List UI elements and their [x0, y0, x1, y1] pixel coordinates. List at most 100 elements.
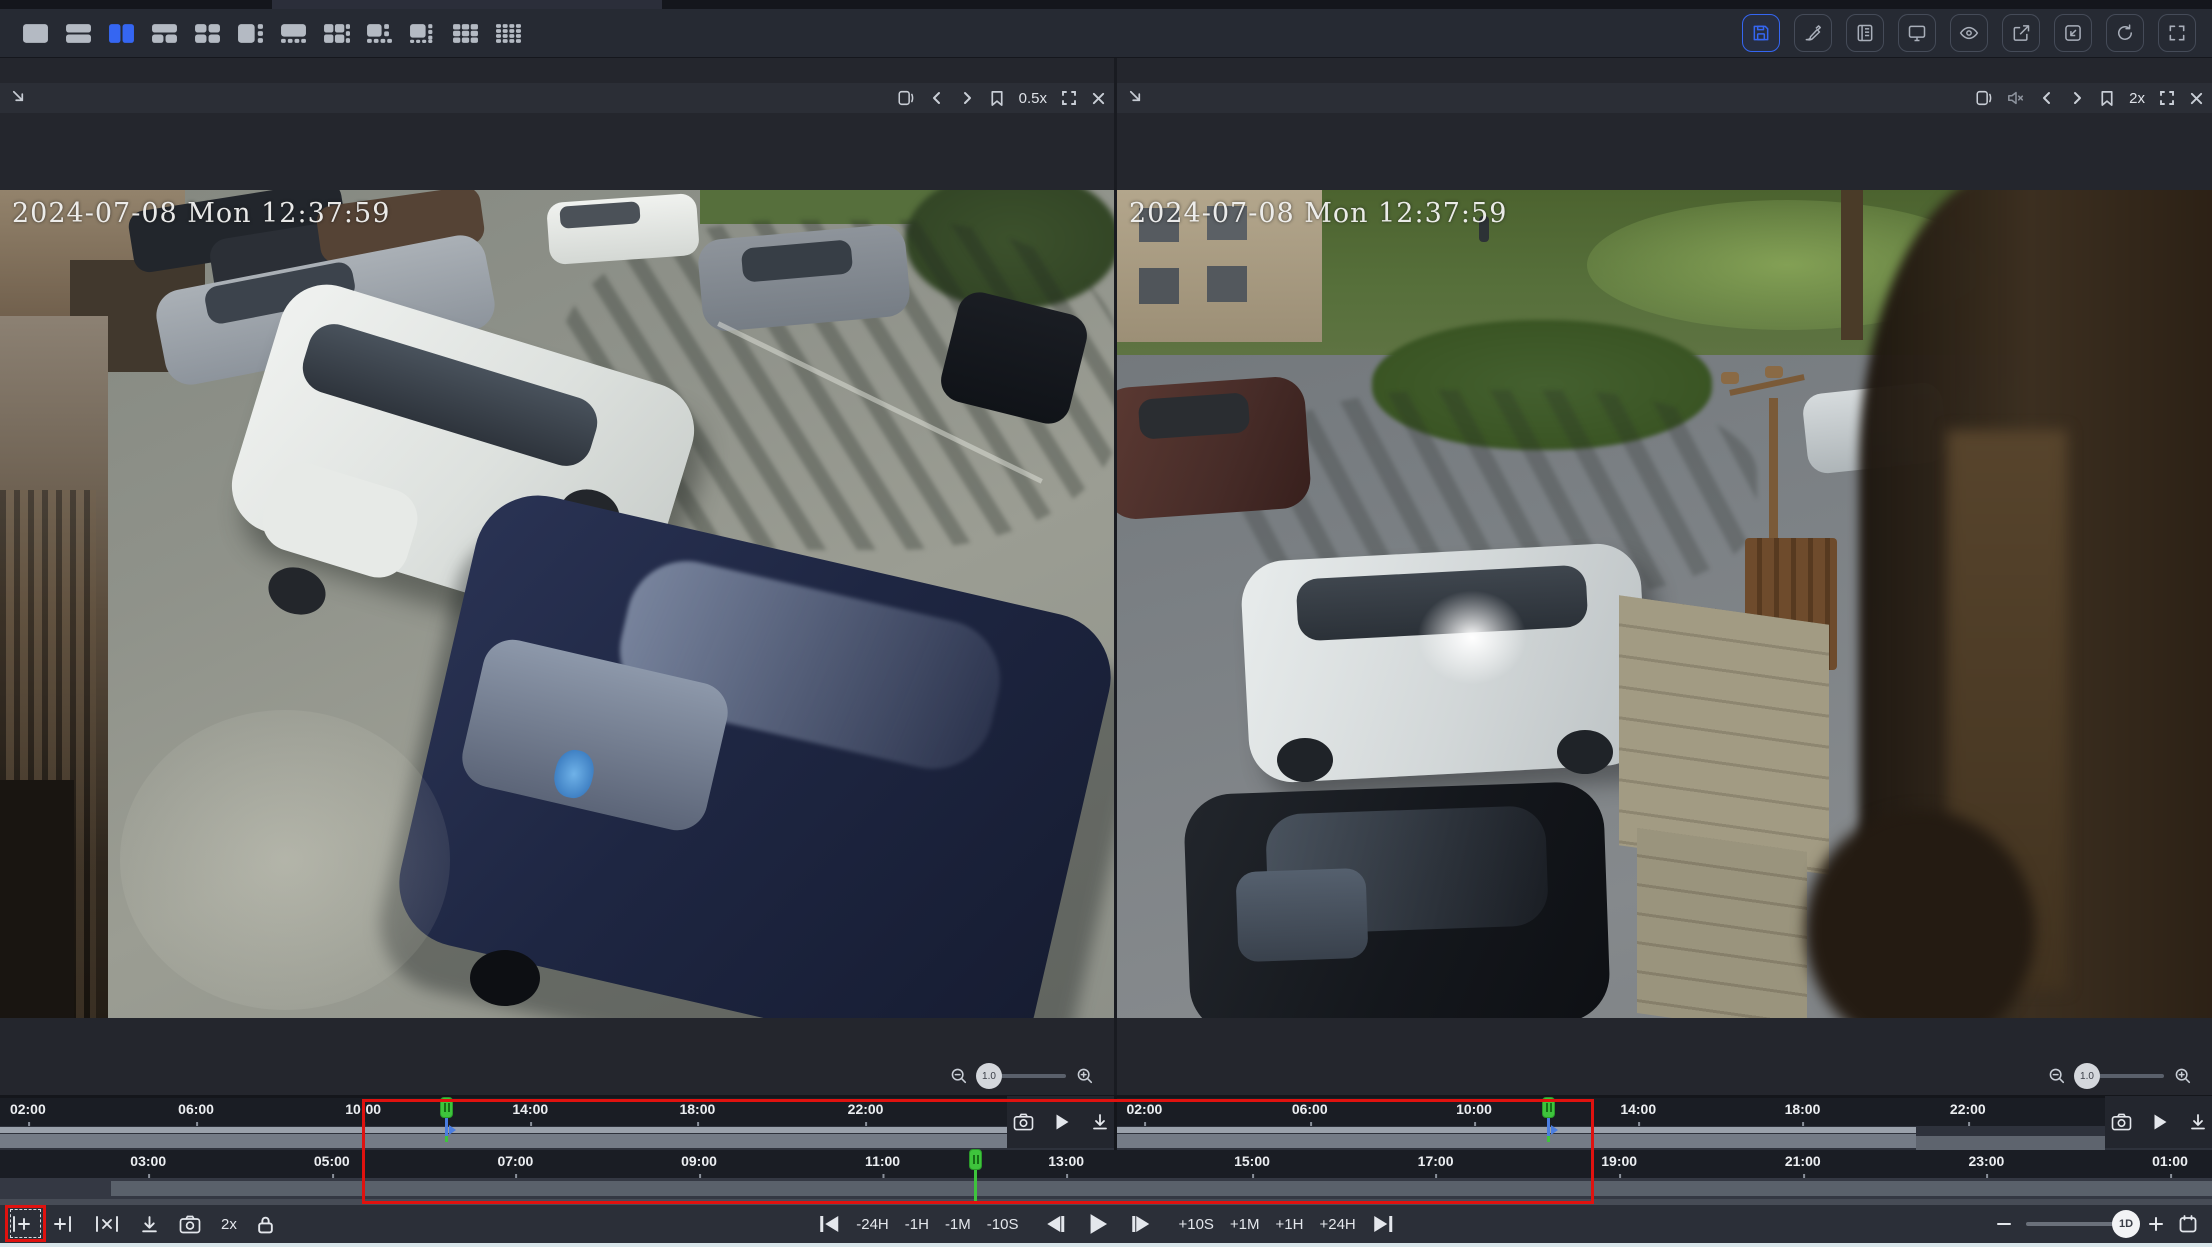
calendar-icon[interactable] — [2178, 1214, 2198, 1234]
pane-speed-label[interactable]: 0.5x — [1019, 90, 1047, 107]
layout-3x3-icon[interactable] — [450, 21, 480, 45]
next-icon[interactable] — [959, 90, 975, 106]
layout-2-rows-icon[interactable] — [63, 21, 93, 45]
clear-marks-icon[interactable] — [94, 1215, 120, 1233]
step-back-icon[interactable] — [1044, 1214, 1066, 1234]
eye-icon[interactable] — [1950, 14, 1988, 52]
zoom-slider[interactable]: 1.0 — [978, 1074, 1066, 1078]
seek-back-24h[interactable]: -24H — [856, 1216, 889, 1233]
brush-icon[interactable] — [1794, 14, 1832, 52]
zoom-out-icon[interactable] — [950, 1067, 968, 1085]
download-icon[interactable] — [140, 1215, 159, 1234]
active-tab[interactable] — [272, 0, 662, 9]
drag-handle-icon[interactable] — [10, 88, 27, 110]
time-tick-label: 13:00 — [1048, 1153, 1084, 1169]
pane-speed-label[interactable]: 2x — [2129, 90, 2145, 107]
layout-1-plus-3-icon[interactable] — [235, 21, 265, 45]
zoom-in-icon[interactable] — [1076, 1067, 1094, 1085]
camera-1-video[interactable]: 2024-07-08 Mon 12:37:59 — [0, 190, 1114, 1018]
seek-back-1m[interactable]: -1M — [945, 1216, 971, 1233]
pane-2-timeline-ruler[interactable]: 02:00 06:00 10:00 14:00 18:00 22:00 — [1117, 1098, 2212, 1126]
prev-icon[interactable] — [929, 90, 945, 106]
snapshot-icon[interactable] — [179, 1215, 201, 1234]
video-pane-2[interactable]: 2x — [1117, 58, 2212, 1095]
play-button[interactable] — [1088, 1213, 1108, 1235]
timeline-range-slider[interactable]: 1D — [2026, 1222, 2126, 1226]
layout-1-plus-7-icon[interactable] — [407, 21, 437, 45]
mark-in-icon[interactable] — [10, 1215, 32, 1233]
timeline-zoom-in-icon[interactable] — [2148, 1216, 2164, 1232]
pane-stream-icon[interactable] — [897, 89, 915, 107]
zoom-slider-thumb[interactable]: 1.0 — [976, 1063, 1002, 1089]
master-timeline-ruler[interactable]: 03:00 05:00 07:00 09:00 11:00 13:00 15:0… — [0, 1150, 2212, 1178]
pane-2-playhead[interactable] — [1542, 1097, 1555, 1118]
layout-2x2-icon[interactable] — [192, 21, 222, 45]
prev-icon[interactable] — [2039, 90, 2055, 106]
edit-tools: 2x — [10, 1205, 274, 1243]
zoom-slider-thumb[interactable]: 1.0 — [2074, 1063, 2100, 1089]
timeline-range-thumb[interactable]: 1D — [2112, 1210, 2140, 1238]
refresh-icon[interactable] — [2106, 14, 2144, 52]
pane-1-playhead[interactable] — [440, 1097, 453, 1118]
log-panel-icon[interactable] — [1846, 14, 1884, 52]
seek-back-1h[interactable]: -1H — [905, 1216, 929, 1233]
camera-2-video[interactable]: 2024-07-08 Mon 12:37:59 — [1117, 190, 2212, 1018]
global-speed-label[interactable]: 2x — [221, 1216, 237, 1233]
pane-1-timeline-ruler[interactable]: 02:00 06:00 10:00 14:00 18:00 22:00 — [0, 1098, 1114, 1126]
play-icon[interactable] — [1054, 1113, 1071, 1131]
fullscreen-icon[interactable] — [2158, 14, 2196, 52]
seek-fwd-1m[interactable]: +1M — [1230, 1216, 1260, 1233]
seek-fwd-10s[interactable]: +10S — [1178, 1216, 1213, 1233]
skip-to-start-icon[interactable] — [818, 1214, 840, 1234]
seek-back-10s[interactable]: -10S — [987, 1216, 1019, 1233]
snapshot-icon[interactable] — [2111, 1113, 2132, 1131]
zoom-in-icon[interactable] — [2174, 1067, 2192, 1085]
step-forward-icon[interactable] — [1130, 1214, 1152, 1234]
monitor-icon[interactable] — [1898, 14, 1936, 52]
pane-fullscreen-icon[interactable] — [2159, 90, 2175, 106]
layout-2x2-plus-3-icon[interactable] — [321, 21, 351, 45]
layout-1-plus-2-icon[interactable] — [149, 21, 179, 45]
pane-close-icon[interactable] — [2189, 91, 2204, 106]
download-icon[interactable] — [1091, 1113, 1109, 1131]
time-tick-label: 15:00 — [1234, 1153, 1270, 1169]
pane-stream-icon[interactable] — [1975, 89, 1993, 107]
video-grid: 0.5x — [0, 58, 2212, 1095]
seek-fwd-24h[interactable]: +24H — [1319, 1216, 1355, 1233]
time-tick-label: 19:00 — [1601, 1153, 1637, 1169]
layout-1-plus-4-icon[interactable] — [278, 21, 308, 45]
skip-to-end-icon[interactable] — [1372, 1214, 1394, 1234]
pane-2-timeline-track[interactable] — [1117, 1126, 2212, 1150]
bookmark-icon[interactable] — [2099, 90, 2115, 107]
next-icon[interactable] — [2069, 90, 2085, 106]
lock-icon[interactable] — [257, 1215, 274, 1234]
zoom-slider[interactable]: 1.0 — [2076, 1074, 2164, 1078]
pane-fullscreen-icon[interactable] — [1061, 90, 1077, 106]
layout-2-columns-icon[interactable] — [106, 21, 136, 45]
download-icon[interactable] — [2189, 1113, 2207, 1131]
export-icon[interactable] — [2002, 14, 2040, 52]
time-tick-label: 06:00 — [1292, 1101, 1328, 1117]
mute-icon[interactable] — [2007, 90, 2025, 106]
layout-4x4-icon[interactable] — [493, 21, 523, 45]
layout-1-plus-5-icon[interactable] — [364, 21, 394, 45]
layout-1x1-icon[interactable] — [20, 21, 50, 45]
drag-handle-icon[interactable] — [1127, 88, 1144, 110]
snapshot-icon[interactable] — [1013, 1113, 1034, 1131]
zoom-out-icon[interactable] — [2048, 1067, 2066, 1085]
recording-bar — [1117, 1134, 1916, 1148]
seek-fwd-1h[interactable]: +1H — [1276, 1216, 1304, 1233]
bookmark-icon[interactable] — [989, 90, 1005, 107]
scene-white-suv2-glare — [1417, 590, 1527, 685]
mark-out-icon[interactable] — [52, 1215, 74, 1233]
video-pane-1[interactable]: 0.5x — [0, 58, 1114, 1095]
play-icon[interactable] — [2152, 1113, 2169, 1131]
timeline-zoom-out-icon[interactable] — [1996, 1216, 2012, 1232]
master-timeline-track[interactable] — [0, 1178, 2212, 1205]
master-playhead[interactable] — [969, 1149, 982, 1170]
pane-1-timeline-track[interactable] — [0, 1126, 1114, 1150]
recording-bar-thin — [1117, 1127, 1916, 1133]
pane-close-icon[interactable] — [1091, 91, 1106, 106]
save-button[interactable] — [1742, 14, 1780, 52]
pip-icon[interactable] — [2054, 14, 2092, 52]
